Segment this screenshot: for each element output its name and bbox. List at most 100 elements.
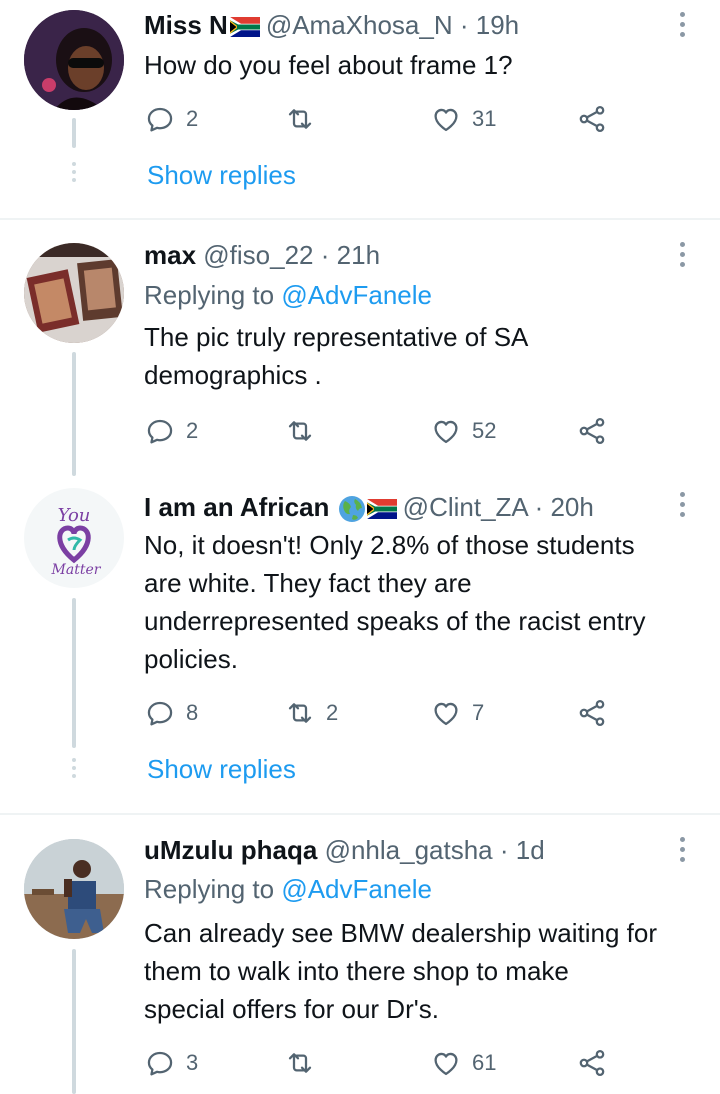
avatar[interactable] xyxy=(24,243,124,343)
avatar-image xyxy=(24,839,124,939)
like-icon xyxy=(430,103,462,135)
like-button[interactable]: 31 xyxy=(430,101,496,137)
like-icon xyxy=(430,697,462,729)
separator: · xyxy=(499,835,509,865)
retweet-button[interactable]: 2 xyxy=(284,695,338,731)
tweet-actions: 2 52 xyxy=(144,413,614,449)
share-button[interactable] xyxy=(576,413,608,449)
like-icon xyxy=(430,1047,462,1079)
thread-line xyxy=(72,949,76,1094)
separator: · xyxy=(320,240,330,270)
more-icon[interactable] xyxy=(678,12,686,42)
tweet-text: No, it doesn't! Only 2.8% of those stude… xyxy=(144,526,704,678)
tweet-text: How do you feel about frame 1? xyxy=(144,50,513,80)
display-name[interactable]: max xyxy=(144,240,196,270)
timestamp[interactable]: 1d xyxy=(516,835,545,865)
share-icon xyxy=(576,697,608,729)
display-name[interactable]: I am an African xyxy=(144,492,329,522)
retweet-count: 2 xyxy=(326,700,339,725)
retweet-button[interactable] xyxy=(284,101,326,137)
reply-button[interactable]: 8 xyxy=(144,695,198,731)
replying-to-handle[interactable]: @AdvFanele xyxy=(281,874,432,904)
replying-to-handle[interactable]: @AdvFanele xyxy=(281,280,432,310)
like-count: 52 xyxy=(472,418,497,443)
avatar[interactable] xyxy=(24,10,124,110)
user-handle[interactable]: @AmaXhosa_N xyxy=(266,10,453,40)
avatar-text: You xyxy=(58,505,91,526)
replying-to: Replying to @AdvFanele xyxy=(144,872,432,906)
thread-line xyxy=(72,118,76,148)
reply-button[interactable]: 3 xyxy=(144,1045,198,1081)
user-handle[interactable]: @Clint_ZA xyxy=(403,492,528,522)
tweet-text-line: policies. xyxy=(144,644,238,674)
thread-dots xyxy=(71,758,77,782)
tweet[interactable]: Miss N @AmaXhosa_N · 19h How do you feel … xyxy=(0,0,720,220)
avatar-image: You Matter xyxy=(24,488,124,588)
more-icon[interactable] xyxy=(678,837,686,867)
reply-count: 2 xyxy=(186,418,199,443)
thread-line xyxy=(72,352,76,476)
tweet-text-line: are white. They fact they are xyxy=(144,568,472,598)
share-icon xyxy=(576,103,608,135)
replying-to: Replying to @AdvFanele xyxy=(144,278,432,312)
replying-to-label: Replying to xyxy=(144,280,275,310)
reply-button[interactable]: 2 xyxy=(144,101,198,137)
reply-icon xyxy=(144,103,176,135)
more-icon[interactable] xyxy=(678,242,686,272)
replying-to-label: Replying to xyxy=(144,874,275,904)
tweet-actions: 2 31 xyxy=(144,101,614,137)
share-button[interactable] xyxy=(576,101,608,137)
tweet[interactable]: You Matter I am an African @Clint_ZA · 2… xyxy=(0,488,720,813)
timestamp[interactable]: 20h xyxy=(550,492,593,522)
separator: · xyxy=(534,492,544,522)
tweet-text-line: The pic truly representative of SA xyxy=(144,322,529,352)
avatar[interactable]: You Matter xyxy=(24,488,124,588)
user-handle[interactable]: @fiso_22 xyxy=(203,240,313,270)
like-button[interactable]: 61 xyxy=(430,1045,496,1081)
reply-count: 8 xyxy=(186,700,199,725)
share-button[interactable] xyxy=(576,1045,608,1081)
reply-icon xyxy=(144,697,176,729)
tweet-text-line: No, it doesn't! Only 2.8% of those stude… xyxy=(144,530,635,560)
reply-icon xyxy=(144,415,176,447)
user-handle[interactable]: @nhla_gatsha xyxy=(325,835,493,865)
retweet-icon xyxy=(284,1047,316,1079)
retweet-icon xyxy=(284,697,316,729)
timestamp[interactable]: 21h xyxy=(337,240,380,270)
tweet[interactable]: uMzulu phaqa @nhla_gatsha · 1d Replying … xyxy=(0,833,720,1094)
show-replies-link[interactable]: Show replies xyxy=(147,754,296,785)
tweet-text: The pic truly representative of SA demog… xyxy=(144,318,704,394)
tweet-header: I am an African @Clint_ZA · 20h xyxy=(144,490,670,524)
reply-count: 3 xyxy=(186,1050,199,1075)
south-africa-flag-icon xyxy=(367,499,397,519)
reply-button[interactable]: 2 xyxy=(144,413,198,449)
retweet-button[interactable] xyxy=(284,1045,326,1081)
timestamp[interactable]: 19h xyxy=(476,10,519,40)
display-name[interactable]: uMzulu phaqa xyxy=(144,835,317,865)
tweet-text-line: Can already see BMW dealership waiting f… xyxy=(144,918,658,948)
like-count: 31 xyxy=(472,106,497,131)
south-africa-flag-icon xyxy=(230,17,260,37)
thread-line xyxy=(72,598,76,748)
share-icon xyxy=(576,415,608,447)
thread-dots xyxy=(71,162,77,186)
show-replies-link[interactable]: Show replies xyxy=(147,160,296,191)
more-icon[interactable] xyxy=(678,492,686,522)
tweet-text-line: special offers for our Dr's. xyxy=(144,994,439,1024)
retweet-icon xyxy=(284,103,316,135)
tweet-header: uMzulu phaqa @nhla_gatsha · 1d xyxy=(144,833,670,867)
tweet[interactable]: max @fiso_22 · 21h Replying to @AdvFanel… xyxy=(0,238,720,476)
divider xyxy=(0,218,720,220)
reply-icon xyxy=(144,1047,176,1079)
retweet-button[interactable] xyxy=(284,413,326,449)
display-name[interactable]: Miss N xyxy=(144,10,228,40)
like-button[interactable]: 52 xyxy=(430,413,496,449)
avatar-text: Matter xyxy=(51,562,102,578)
tweet-text-line: underrepresented speaks of the racist en… xyxy=(144,606,646,636)
avatar[interactable] xyxy=(24,839,124,939)
tweet-header: Miss N @AmaXhosa_N · 19h xyxy=(144,8,670,42)
like-button[interactable]: 7 xyxy=(430,695,484,731)
like-count: 7 xyxy=(472,700,485,725)
retweet-icon xyxy=(284,415,316,447)
share-button[interactable] xyxy=(576,695,608,731)
